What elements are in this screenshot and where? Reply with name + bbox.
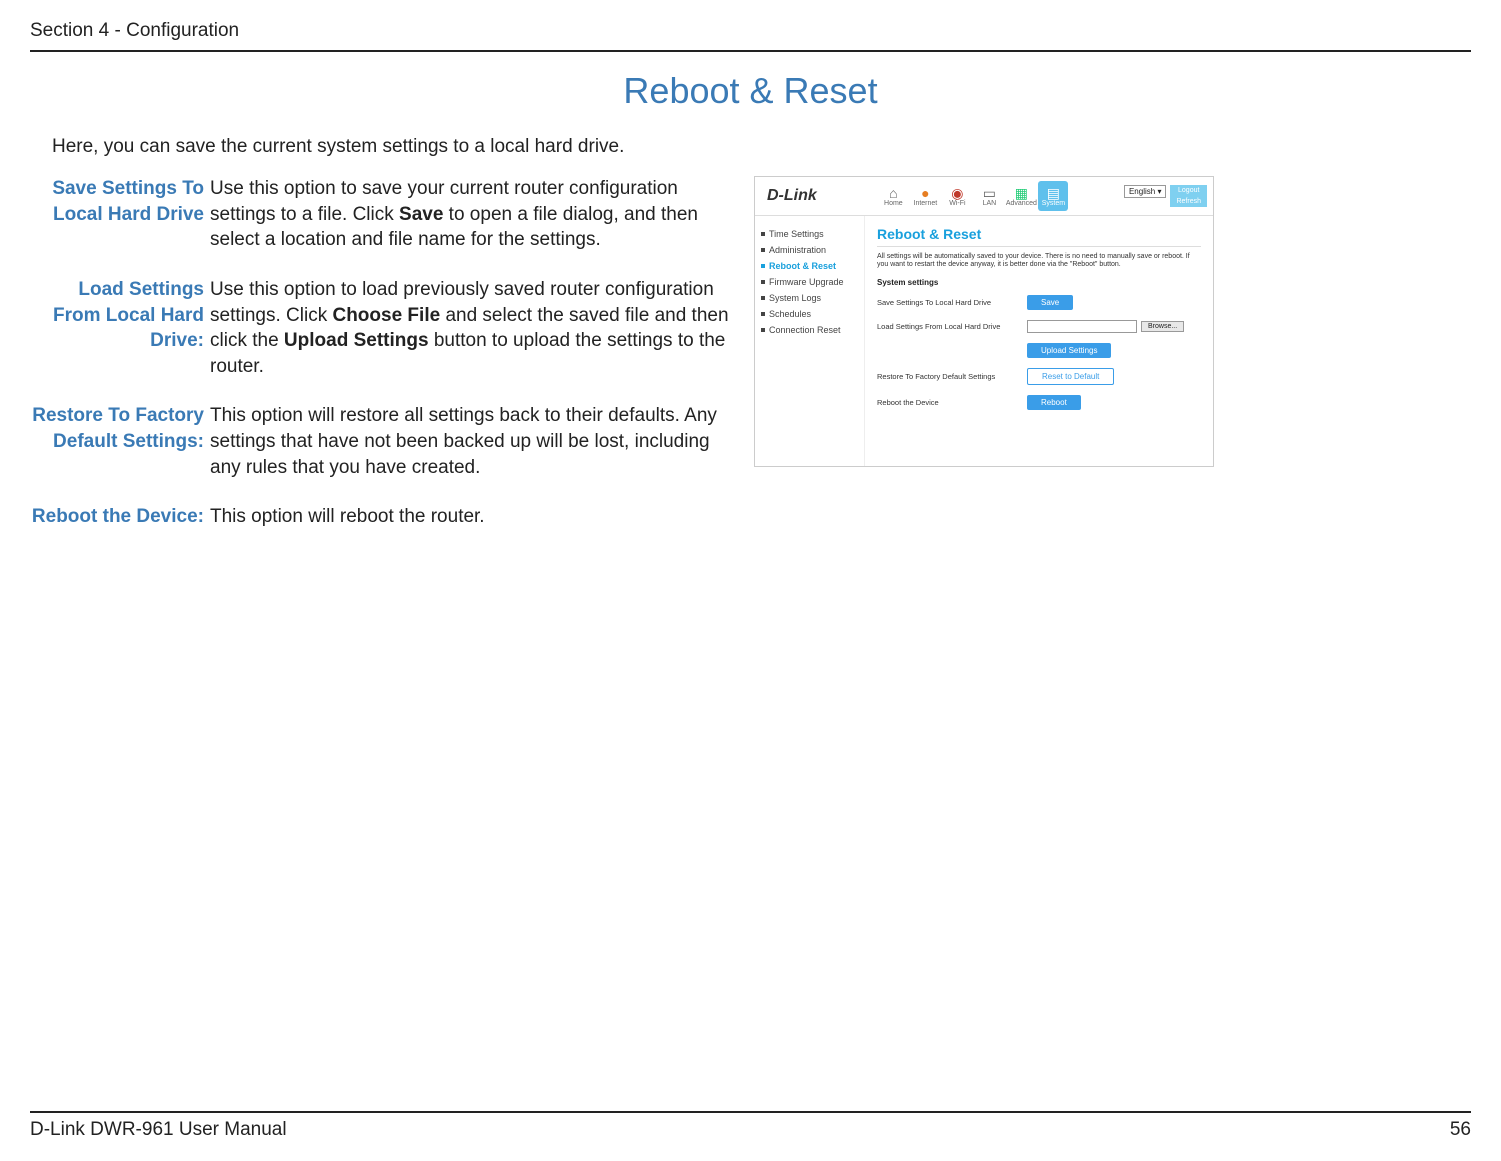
ss-topbar: D-Link ⌂Home ●Internet ◉Wi-Fi ▭LAN ▦Adva… xyxy=(755,177,1213,216)
dlink-logo: D-Link xyxy=(761,183,823,209)
bullet-icon xyxy=(761,232,765,236)
ss-body: Time Settings Administration Reboot & Re… xyxy=(755,216,1213,466)
page-footer: D-Link DWR-961 User Manual 56 xyxy=(30,1111,1471,1141)
sidebar-item-label: System Logs xyxy=(769,293,821,303)
sidebar-item-label: Connection Reset xyxy=(769,325,841,335)
row-load-label: Load Settings From Local Hard Drive xyxy=(877,322,1027,331)
ss-main-panel: Reboot & Reset All settings will be auto… xyxy=(865,216,1213,466)
upload-settings-button[interactable]: Upload Settings xyxy=(1027,343,1111,358)
def-bold: Upload Settings xyxy=(284,330,429,351)
nav-internet[interactable]: ●Internet xyxy=(910,181,940,211)
ss-right-controls: English ▾ Logout Refresh xyxy=(1124,185,1207,207)
row-upload: Upload Settings xyxy=(877,343,1201,358)
home-icon: ⌂ xyxy=(889,186,897,200)
logout-button[interactable]: Logout xyxy=(1170,185,1207,196)
ss-sidebar: Time Settings Administration Reboot & Re… xyxy=(755,216,865,466)
bullet-icon xyxy=(761,328,765,332)
wifi-icon: ◉ xyxy=(951,186,963,200)
row-load: Load Settings From Local Hard Drive Brow… xyxy=(877,320,1201,333)
def-desc-load: Use this option to load previously saved… xyxy=(210,277,730,404)
nav-system[interactable]: ▤System xyxy=(1038,181,1068,211)
def-desc-restore: This option will restore all settings ba… xyxy=(210,403,730,504)
nav-label: System xyxy=(1042,200,1065,207)
bullet-icon xyxy=(761,312,765,316)
bullet-icon xyxy=(761,248,765,252)
advanced-icon: ▦ xyxy=(1015,186,1028,200)
lan-icon: ▭ xyxy=(983,186,996,200)
reset-default-button[interactable]: Reset to Default xyxy=(1027,368,1114,385)
page-number: 56 xyxy=(1450,1119,1471,1141)
page-title: Reboot & Reset xyxy=(30,70,1471,112)
nav-lan[interactable]: ▭LAN xyxy=(974,181,1004,211)
row-save-label: Save Settings To Local Hard Drive xyxy=(877,298,1027,307)
def-bold: Choose File xyxy=(332,305,440,326)
nav-home[interactable]: ⌂Home xyxy=(878,181,908,211)
bullet-icon xyxy=(761,296,765,300)
nav-label: Wi-Fi xyxy=(949,200,965,207)
sidebar-item-label: Administration xyxy=(769,245,826,255)
router-ui-screenshot: D-Link ⌂Home ●Internet ◉Wi-Fi ▭LAN ▦Adva… xyxy=(754,176,1214,467)
language-select[interactable]: English ▾ xyxy=(1124,185,1167,198)
panel-title: Reboot & Reset xyxy=(877,226,1201,247)
chevron-down-icon: ▾ xyxy=(1157,187,1161,196)
def-desc-save: Use this option to save your current rou… xyxy=(210,176,730,277)
help-text: All settings will be automatically saved… xyxy=(877,253,1201,270)
row-reboot-label: Reboot the Device xyxy=(877,398,1027,407)
file-input[interactable] xyxy=(1027,320,1137,333)
bullet-icon xyxy=(761,264,765,268)
def-term-save: Save Settings To Local Hard Drive xyxy=(30,176,210,277)
nav-wifi[interactable]: ◉Wi-Fi xyxy=(942,181,972,211)
nav-label: LAN xyxy=(983,200,997,207)
row-restore: Restore To Factory Default Settings Rese… xyxy=(877,368,1201,385)
sidebar-item-admin[interactable]: Administration xyxy=(761,242,858,258)
sidebar-item-time[interactable]: Time Settings xyxy=(761,226,858,242)
sidebar-item-reboot[interactable]: Reboot & Reset xyxy=(761,258,858,274)
def-term-reboot: Reboot the Device: xyxy=(30,504,210,554)
intro-text: Here, you can save the current system se… xyxy=(52,136,1471,158)
sidebar-item-label: Firmware Upgrade xyxy=(769,277,844,287)
lang-value: English xyxy=(1129,187,1155,196)
sidebar-item-logs[interactable]: System Logs xyxy=(761,290,858,306)
row-restore-label: Restore To Factory Default Settings xyxy=(877,372,1027,381)
def-desc-reboot: This option will reboot the router. xyxy=(210,504,730,554)
section-header: Section 4 - Configuration xyxy=(30,20,1471,52)
def-bold: Save xyxy=(399,204,443,225)
system-icon: ▤ xyxy=(1047,186,1060,200)
def-term-load: Load Settings From Local Hard Drive: xyxy=(30,277,210,404)
nav-label: Advanced xyxy=(1006,200,1037,207)
nav-label: Home xyxy=(884,200,903,207)
nav-label: Internet xyxy=(914,200,938,207)
content-row: Save Settings To Local Hard Drive Use th… xyxy=(30,176,1471,554)
globe-icon: ● xyxy=(921,186,929,200)
sidebar-item-connreset[interactable]: Connection Reset xyxy=(761,322,858,338)
sidebar-item-firmware[interactable]: Firmware Upgrade xyxy=(761,274,858,290)
save-button[interactable]: Save xyxy=(1027,295,1073,310)
def-term-restore: Restore To Factory Default Settings: xyxy=(30,403,210,504)
sidebar-item-label: Time Settings xyxy=(769,229,824,239)
row-save: Save Settings To Local Hard Drive Save xyxy=(877,295,1201,310)
browse-button[interactable]: Browse... xyxy=(1141,321,1184,332)
footer-left: D-Link DWR-961 User Manual xyxy=(30,1119,287,1141)
sidebar-item-label: Reboot & Reset xyxy=(769,261,836,271)
refresh-button[interactable]: Refresh xyxy=(1170,196,1207,207)
sidebar-item-schedules[interactable]: Schedules xyxy=(761,306,858,322)
ss-nav-icons: ⌂Home ●Internet ◉Wi-Fi ▭LAN ▦Advanced ▤S… xyxy=(878,181,1068,211)
sidebar-item-label: Schedules xyxy=(769,309,811,319)
bullet-icon xyxy=(761,280,765,284)
reboot-button[interactable]: Reboot xyxy=(1027,395,1081,410)
definitions-column: Save Settings To Local Hard Drive Use th… xyxy=(30,176,730,554)
nav-advanced[interactable]: ▦Advanced xyxy=(1006,181,1036,211)
row-reboot: Reboot the Device Reboot xyxy=(877,395,1201,410)
section-label: System settings xyxy=(877,278,1201,287)
